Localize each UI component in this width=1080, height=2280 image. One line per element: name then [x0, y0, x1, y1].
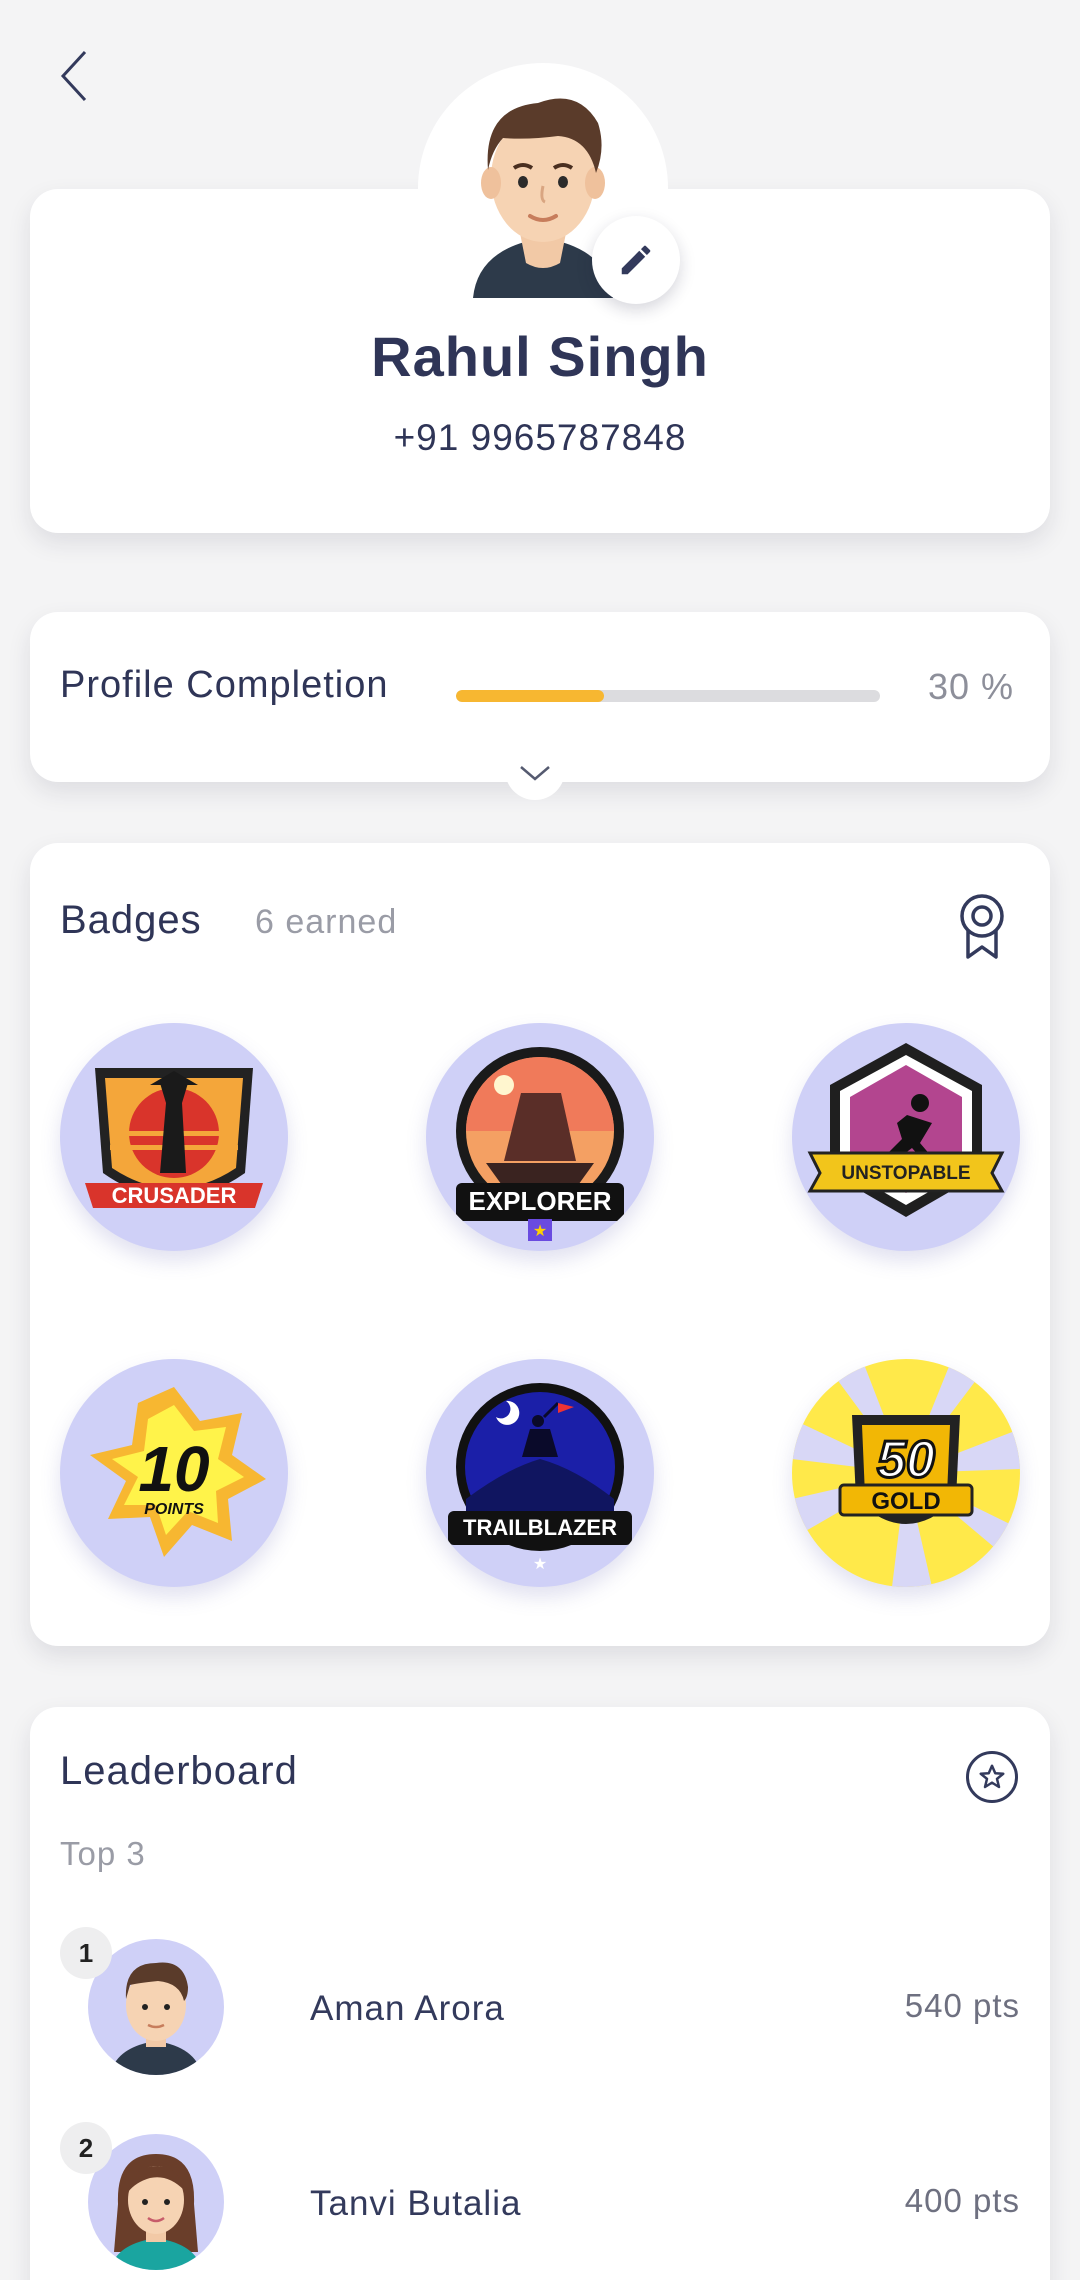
award-ribbon-icon[interactable]	[954, 891, 1010, 961]
chevron-down-icon	[520, 766, 550, 781]
badge-sublabel: GOLD	[871, 1488, 940, 1515]
badge-sublabel: POINTS	[144, 1501, 204, 1518]
completion-progress-bar	[456, 690, 880, 702]
pencil-icon	[621, 245, 651, 275]
badge-50-gold[interactable]: 50 GOLD	[792, 1359, 1020, 1587]
badge-label: TRAILBLAZER	[463, 1515, 617, 1540]
leaderboard-points: 540 pts	[904, 1987, 1020, 2024]
completion-progress-fill	[456, 690, 605, 702]
leaderboard-row[interactable]: 2 Tanvi Butalia 400 pts	[30, 2122, 1050, 2272]
chevron-left-icon	[60, 50, 87, 102]
star-circle-icon[interactable]	[966, 1751, 1018, 1803]
expand-completion-button[interactable]	[505, 760, 565, 800]
profile-completion-card[interactable]: Profile Completion 30 %	[30, 612, 1050, 782]
rank-badge: 2	[60, 2122, 112, 2174]
badges-title: Badges	[60, 898, 202, 942]
badges-card: Badges 6 earned CRUSADER EXPLORER ★ UNST…	[30, 843, 1050, 1646]
leaderboard-card: Leaderboard Top 3 1 Aman Arora 540 pts 2	[30, 1707, 1050, 2280]
edit-profile-button[interactable]	[592, 216, 680, 304]
back-button[interactable]	[52, 46, 96, 106]
badge-unstopable[interactable]: UNSTOPABLE	[792, 1023, 1020, 1251]
badge-label: EXPLORER	[468, 1186, 611, 1216]
svg-text:★: ★	[533, 1556, 547, 1573]
badge-label: 50	[877, 1431, 935, 1489]
leaderboard-name: Aman Arora	[310, 1989, 505, 2028]
leaderboard-points: 400 pts	[904, 2182, 1020, 2219]
profile-phone: +91 9965787848	[393, 417, 687, 458]
badge-crusader[interactable]: CRUSADER	[60, 1023, 288, 1251]
leaderboard-subtitle: Top 3	[60, 1835, 146, 1872]
svg-text:★: ★	[533, 1223, 547, 1240]
badges-count: 6 earned	[255, 903, 398, 941]
leaderboard-name: Tanvi Butalia	[310, 2184, 522, 2223]
leaderboard-title: Leaderboard	[60, 1749, 298, 1793]
leaderboard-row[interactable]: 1 Aman Arora 540 pts	[30, 1927, 1050, 2077]
badge-label: 10	[138, 1433, 209, 1505]
completion-percent: 30 %	[927, 666, 1014, 707]
badge-label: CRUSADER	[112, 1183, 237, 1208]
badge-trailblazer[interactable]: TRAILBLAZER ★	[426, 1359, 654, 1587]
badge-label: UNSTOPABLE	[841, 1163, 970, 1184]
badge-explorer[interactable]: EXPLORER ★	[426, 1023, 654, 1251]
rank-badge: 1	[60, 1927, 112, 1979]
badge-10-points[interactable]: 10 POINTS	[60, 1359, 288, 1587]
profile-name: Rahul Singh	[371, 325, 709, 388]
completion-label: Profile Completion	[60, 664, 389, 706]
